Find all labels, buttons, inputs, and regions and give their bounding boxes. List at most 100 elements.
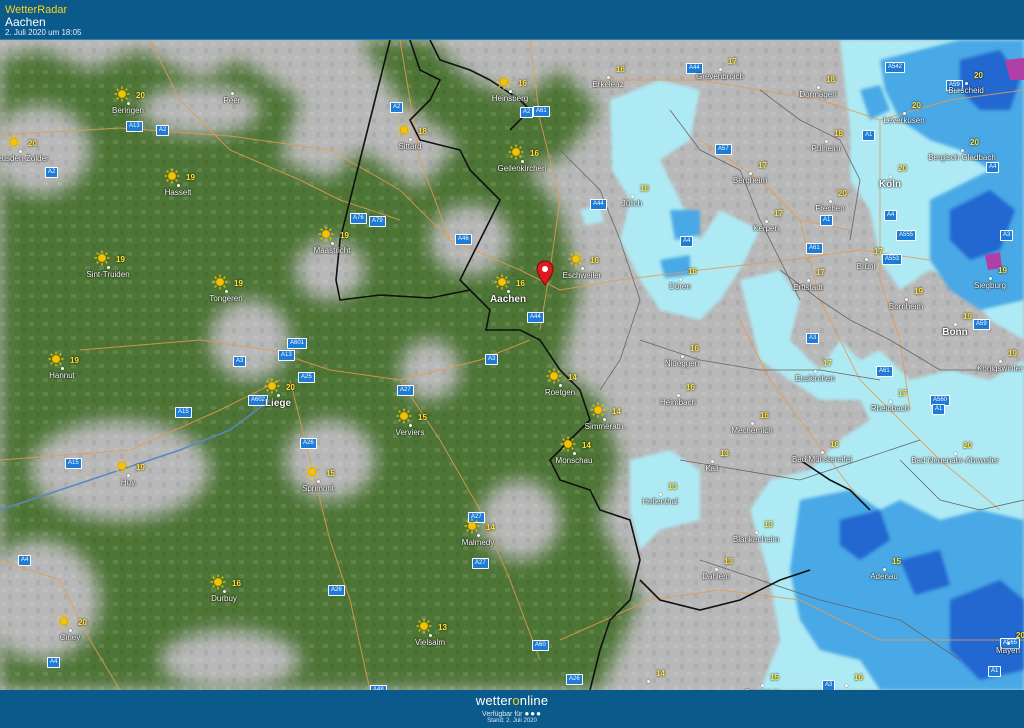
- city-marker[interactable]: [825, 140, 828, 143]
- city-marker[interactable]: [603, 418, 606, 421]
- city-label[interactable]: Sittard: [398, 142, 421, 151]
- city-marker[interactable]: [814, 370, 817, 373]
- city-marker[interactable]: [19, 150, 22, 153]
- city-marker[interactable]: [69, 629, 72, 632]
- city-marker[interactable]: [127, 474, 130, 477]
- city-marker[interactable]: [317, 480, 320, 483]
- city-marker[interactable]: [761, 684, 764, 687]
- city-label[interactable]: Nideggen: [665, 359, 699, 368]
- city-marker[interactable]: [755, 531, 758, 534]
- city-marker[interactable]: [607, 76, 610, 79]
- city-label[interactable]: Ciney: [60, 633, 80, 642]
- city-label[interactable]: Königswinter: [977, 364, 1023, 373]
- city-label[interactable]: Durbuy: [211, 594, 237, 603]
- city-marker[interactable]: [677, 394, 680, 397]
- city-label[interactable]: Tongeren: [209, 294, 242, 303]
- city-label[interactable]: Vielsalm: [415, 638, 445, 647]
- city-marker[interactable]: [954, 452, 957, 455]
- city-label[interactable]: Siegburg: [974, 281, 1006, 290]
- city-label[interactable]: Pulheim: [812, 144, 841, 153]
- city-marker[interactable]: [631, 195, 634, 198]
- city-marker[interactable]: [409, 138, 412, 141]
- city-marker[interactable]: [719, 68, 722, 71]
- city-marker[interactable]: [647, 680, 650, 683]
- city-marker[interactable]: [177, 184, 180, 187]
- city-label[interactable]: Frechen: [815, 204, 844, 213]
- city-label[interactable]: Burscheid: [948, 86, 984, 95]
- city-label[interactable]: Grevenbroich: [696, 72, 744, 81]
- city-label[interactable]: Eschweiler: [563, 271, 602, 280]
- city-label[interactable]: Heusden-Zolder: [0, 154, 49, 163]
- city-label[interactable]: Mayen: [996, 646, 1020, 655]
- city-marker[interactable]: [954, 323, 957, 326]
- city-label[interactable]: Heinsberg: [492, 94, 528, 103]
- city-marker[interactable]: [679, 278, 682, 281]
- city-marker[interactable]: [961, 149, 964, 152]
- city-label[interactable]: Verviers: [396, 428, 425, 437]
- city-label[interactable]: Aachen: [490, 294, 526, 305]
- city-label[interactable]: Erftstadt: [793, 283, 823, 292]
- city-label[interactable]: Roetgen: [545, 388, 575, 397]
- city-marker[interactable]: [905, 298, 908, 301]
- city-marker[interactable]: [429, 634, 432, 637]
- city-marker[interactable]: [889, 175, 892, 178]
- city-marker[interactable]: [965, 82, 968, 85]
- city-label[interactable]: Monschau: [556, 456, 593, 465]
- city-marker[interactable]: [127, 102, 130, 105]
- city-label[interactable]: Dahlem: [702, 572, 730, 581]
- city-label[interactable]: Blankenheim: [733, 535, 779, 544]
- city-marker[interactable]: [989, 277, 992, 280]
- city-marker[interactable]: [883, 568, 886, 571]
- city-label[interactable]: Maastricht: [314, 246, 351, 255]
- city-label[interactable]: Sprimont: [302, 484, 334, 493]
- city-label[interactable]: Euskirchen: [795, 374, 835, 383]
- city-marker[interactable]: [331, 242, 334, 245]
- city-label[interactable]: Brühl: [857, 262, 876, 271]
- city-label[interactable]: Liege: [265, 398, 291, 409]
- city-marker[interactable]: [845, 684, 848, 687]
- radar-map[interactable]: A2 A2 A13 A2 A2 A76 A79 A46 A44 A61 A57 A1 A542 A59 A4…: [0, 40, 1024, 690]
- city-label[interactable]: Peer: [224, 96, 241, 105]
- city-label[interactable]: Simmerath: [585, 422, 624, 431]
- city-label[interactable]: Rheinbach: [871, 404, 909, 413]
- city-marker[interactable]: [1007, 642, 1010, 645]
- city-marker[interactable]: [817, 86, 820, 89]
- city-marker[interactable]: [277, 394, 280, 397]
- city-label[interactable]: Bonn: [942, 327, 968, 338]
- city-label[interactable]: Adenau: [870, 572, 898, 581]
- city-marker[interactable]: [681, 355, 684, 358]
- city-label[interactable]: Bergheim: [733, 176, 767, 185]
- city-label[interactable]: Kall: [705, 464, 718, 473]
- city-label[interactable]: Kerpen: [753, 224, 779, 233]
- city-marker[interactable]: [749, 172, 752, 175]
- city-marker[interactable]: [903, 112, 906, 115]
- location-title[interactable]: Aachen: [5, 15, 46, 29]
- city-marker[interactable]: [507, 290, 510, 293]
- city-marker[interactable]: [231, 92, 234, 95]
- city-label[interactable]: Geilenkirchen: [498, 164, 547, 173]
- city-marker[interactable]: [521, 160, 524, 163]
- city-label[interactable]: Bergisch Gladbach: [928, 153, 996, 162]
- city-marker[interactable]: [409, 424, 412, 427]
- city-marker[interactable]: [821, 451, 824, 454]
- city-marker[interactable]: [865, 258, 868, 261]
- city-label[interactable]: Bad Münstereifel: [792, 455, 852, 464]
- city-label[interactable]: Hellenthal: [642, 497, 678, 506]
- city-marker[interactable]: [889, 400, 892, 403]
- city-marker[interactable]: [751, 422, 754, 425]
- city-label[interactable]: Bornheim: [889, 302, 923, 311]
- city-marker[interactable]: [999, 360, 1002, 363]
- city-marker[interactable]: [509, 90, 512, 93]
- city-label[interactable]: Heimbach: [660, 398, 696, 407]
- city-marker[interactable]: [581, 267, 584, 270]
- city-label[interactable]: Dormagen: [799, 90, 836, 99]
- city-marker[interactable]: [829, 200, 832, 203]
- city-label[interactable]: Leverkusen: [883, 116, 924, 125]
- location-pin-icon[interactable]: [536, 260, 554, 286]
- city-label[interactable]: Sint-Truiden: [86, 270, 129, 279]
- wetteronline-logo[interactable]: wetteronline: [0, 693, 1024, 708]
- city-label[interactable]: Hannut: [49, 371, 75, 380]
- city-label[interactable]: Bad Neuenahr-Ahrweiler: [911, 456, 999, 465]
- city-label[interactable]: Düren: [669, 282, 691, 291]
- city-label[interactable]: Mechernich: [731, 426, 772, 435]
